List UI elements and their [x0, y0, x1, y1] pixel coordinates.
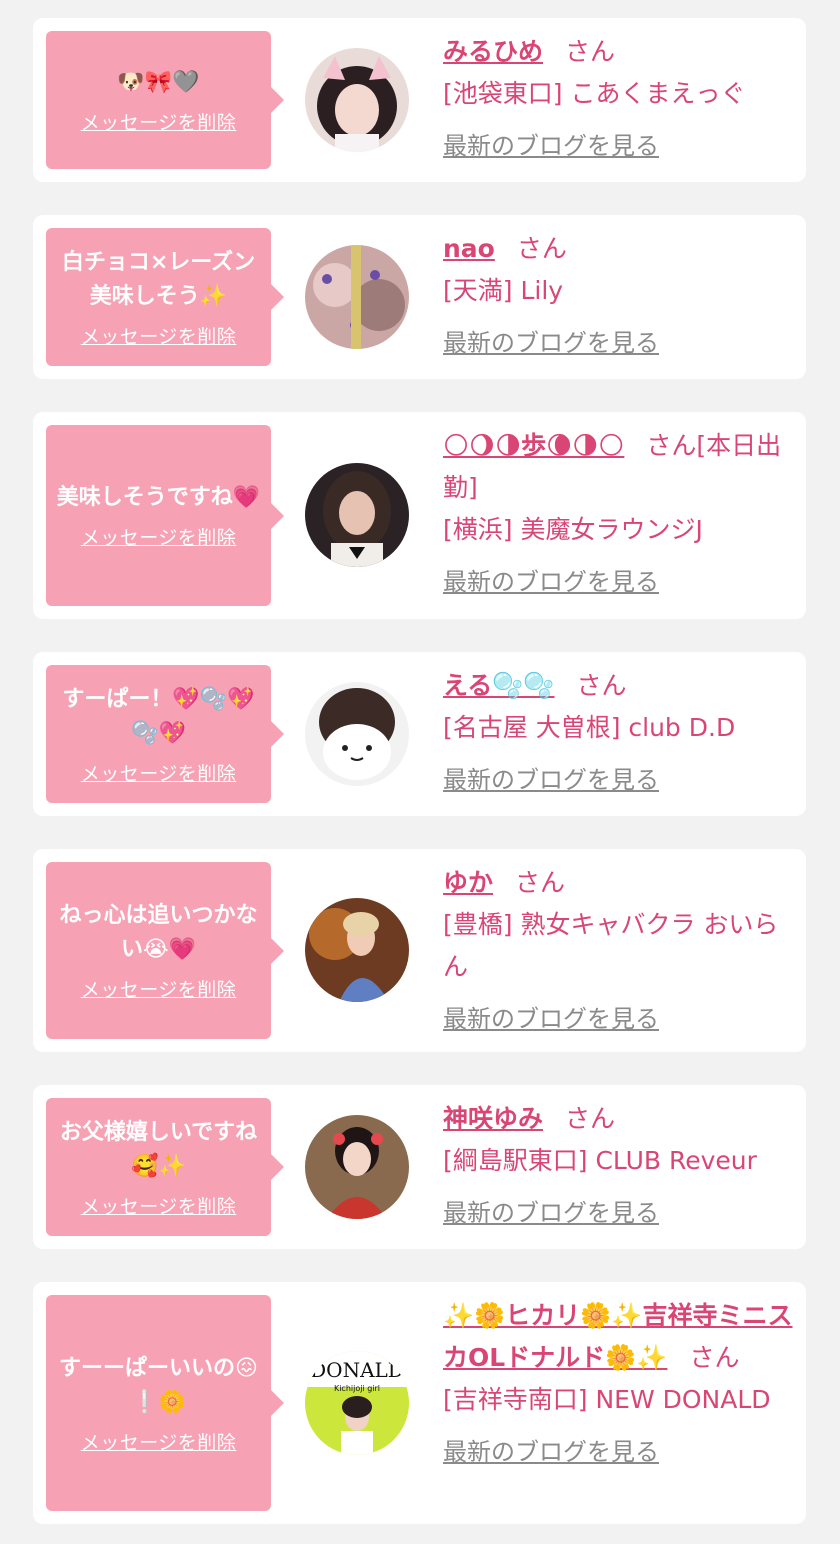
message-text: 白チョコ×レーズン美味しそう✨	[61, 249, 256, 309]
list-item: 白チョコ×レーズン美味しそう✨ メッセージを削除 nao さん [天満] Lily…	[33, 215, 806, 379]
cast-info: える🫧🫧 さん [名古屋 大曽根] club D.D 最新のブログを見る	[443, 665, 794, 801]
message-bubble: すーぱー！💖🫧💖🫧💖 メッセージを削除	[46, 665, 284, 803]
cast-info: 🌕🌖🌗歩🌘🌗🌕 さん[本日出勤] [横浜] 美魔女ラウンジJ 最新のブログを見る	[443, 425, 794, 603]
avatar[interactable]	[305, 463, 409, 567]
view-blog-link[interactable]: 最新のブログを見る	[443, 1431, 659, 1473]
message-text: すーーぱーいいの😖❕🌼	[59, 1355, 258, 1415]
shop-name: [名古屋 大曽根] club D.D	[443, 713, 736, 742]
san-suffix: さん	[565, 37, 616, 66]
message-bubble: 🐶🎀🩶 メッセージを削除	[46, 31, 284, 169]
cast-name-link[interactable]: nao	[443, 234, 495, 263]
message-text: 美味しそうですね💗	[56, 485, 261, 510]
san-suffix: さん	[689, 1343, 740, 1372]
message-text: 🐶🎀🩶	[117, 69, 200, 95]
avatar[interactable]	[305, 48, 409, 152]
message-bubble: ねっ心は追いつかない😭💗 メッセージを削除	[46, 862, 284, 1039]
cast-info: みるひめ さん [池袋東口] こあくまえっぐ 最新のブログを見る	[443, 31, 794, 167]
san-suffix: さん	[646, 431, 697, 460]
list-item: 美味しそうですね💗 メッセージを削除 🌕🌖🌗歩🌘🌗🌕 さん[本日出勤] [横浜] …	[33, 412, 806, 619]
list-item: ねっ心は追いつかない😭💗 メッセージを削除 ゆか さん [豊橋] 熟女キャバクラ …	[33, 849, 806, 1052]
shop-name: [綱島駅東口] CLUB Reveur	[443, 1146, 757, 1175]
avatar-photo-woman-dark	[305, 463, 409, 567]
view-blog-link[interactable]: 最新のブログを見る	[443, 561, 659, 603]
cast-name-link[interactable]: 🌕🌖🌗歩🌘🌗🌕	[443, 431, 624, 460]
san-suffix: さん	[565, 1104, 616, 1133]
avatar-logo-subtext: Kichijoji girl	[334, 1384, 380, 1393]
message-text: お父様嬉しいですね🥰✨	[59, 1119, 258, 1179]
avatar[interactable]	[305, 898, 409, 1002]
delete-message-button[interactable]: メッセージを削除	[81, 975, 237, 1002]
san-suffix: さん	[516, 234, 567, 263]
avatar-photo-cat-filter	[305, 682, 409, 786]
shop-name: [豊橋] 熟女キャバクラ おいらん	[443, 910, 779, 981]
avatar-photo-donald-logo: DONALD Kichijoji girl	[305, 1351, 409, 1455]
cast-name-link[interactable]: える🫧🫧	[443, 671, 555, 700]
view-blog-link[interactable]: 最新のブログを見る	[443, 998, 659, 1040]
avatar-photo-decorated	[305, 245, 409, 349]
cast-name-link[interactable]: 神咲ゆみ	[443, 1104, 543, 1133]
san-suffix: さん	[515, 868, 566, 897]
shop-name: [吉祥寺南口] NEW DONALD	[443, 1385, 771, 1414]
cast-name-link[interactable]: みるひめ	[443, 37, 543, 66]
view-blog-link[interactable]: 最新のブログを見る	[443, 125, 659, 167]
avatar[interactable]	[305, 245, 409, 349]
message-bubble: 白チョコ×レーズン美味しそう✨ メッセージを削除	[46, 228, 284, 366]
list-item: お父様嬉しいですね🥰✨ メッセージを削除 神咲ゆみ さん [綱島駅東口] CLUB…	[33, 1085, 806, 1249]
delete-message-button[interactable]: メッセージを削除	[81, 108, 237, 135]
san-suffix: さん	[576, 671, 627, 700]
cast-info: ゆか さん [豊橋] 熟女キャバクラ おいらん 最新のブログを見る	[443, 862, 794, 1040]
avatar[interactable]: DONALD Kichijoji girl	[305, 1351, 409, 1455]
delete-message-button[interactable]: メッセージを削除	[81, 322, 237, 349]
delete-message-button[interactable]: メッセージを削除	[81, 759, 237, 786]
list-item: すーぱー！💖🫧💖🫧💖 メッセージを削除 える🫧🫧 さん [名古屋 大曽根] clu…	[33, 652, 806, 816]
view-blog-link[interactable]: 最新のブログを見る	[443, 322, 659, 364]
avatar-photo-girl-cat-ears	[305, 48, 409, 152]
cast-info: 神咲ゆみ さん [綱島駅東口] CLUB Reveur 最新のブログを見る	[443, 1098, 794, 1234]
message-text: ねっ心は追いつかない😭💗	[59, 903, 258, 962]
avatar-logo-text: DONALD	[310, 1358, 404, 1382]
cast-name-link[interactable]: ✨🌼ヒカリ🌼✨吉祥寺ミニスカOLドナルド🌼✨	[443, 1301, 793, 1372]
view-blog-link[interactable]: 最新のブログを見る	[443, 759, 659, 801]
list-item: 🐶🎀🩶 メッセージを削除 みるひめ さん [池袋東口] こあくまえっぐ 最新のブロ…	[33, 18, 806, 182]
avatar[interactable]	[305, 1115, 409, 1219]
list-item: すーーぱーいいの😖❕🌼 メッセージを削除 DONALD Kichijoji gi…	[33, 1282, 806, 1524]
message-bubble: お父様嬉しいですね🥰✨ メッセージを削除	[46, 1098, 284, 1236]
cast-info: ✨🌼ヒカリ🌼✨吉祥寺ミニスカOLドナルド🌼✨ さん [吉祥寺南口] NEW DON…	[443, 1295, 794, 1473]
delete-message-button[interactable]: メッセージを削除	[81, 523, 237, 550]
avatar-photo-kimono-fan	[305, 898, 409, 1002]
shop-name: [天満] Lily	[443, 276, 564, 305]
avatar[interactable]	[305, 682, 409, 786]
cast-name-link[interactable]: ゆか	[443, 868, 493, 897]
delete-message-button[interactable]: メッセージを削除	[81, 1428, 237, 1455]
shop-name: [池袋東口] こあくまえっぐ	[443, 79, 746, 108]
message-text: すーぱー！💖🫧💖🫧💖	[62, 686, 255, 746]
view-blog-link[interactable]: 最新のブログを見る	[443, 1192, 659, 1234]
cast-info: nao さん [天満] Lily 最新のブログを見る	[443, 228, 794, 364]
avatar-photo-kimono-red	[305, 1115, 409, 1219]
delete-message-button[interactable]: メッセージを削除	[81, 1192, 237, 1219]
message-bubble: 美味しそうですね💗 メッセージを削除	[46, 425, 284, 606]
shop-name: [横浜] 美魔女ラウンジJ	[443, 515, 703, 544]
message-bubble: すーーぱーいいの😖❕🌼 メッセージを削除	[46, 1295, 284, 1511]
